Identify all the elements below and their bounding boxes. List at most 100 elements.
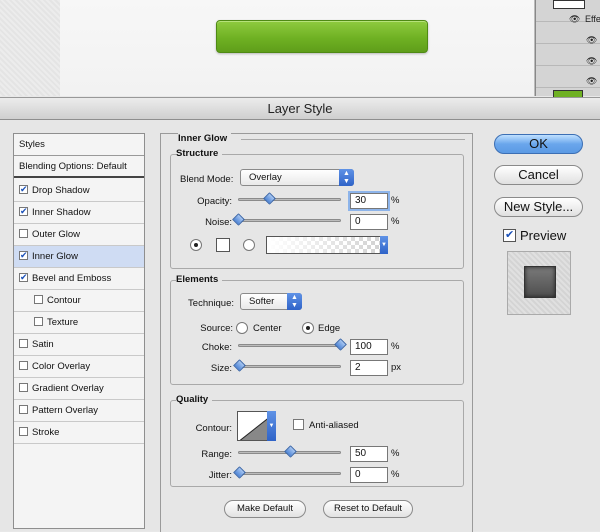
choke-slider[interactable] — [238, 344, 341, 347]
size-unit: px — [391, 362, 402, 373]
inner-glow-panel: Inner Glow Structure Blend Mode: Overlay… — [160, 133, 473, 532]
style-preview-swatch — [524, 266, 556, 298]
chevron-down-icon[interactable]: ▼ — [380, 236, 388, 254]
choke-label: Choke: — [201, 342, 232, 353]
jitter-slider[interactable] — [238, 472, 341, 475]
dialog-title: Layer Style — [0, 98, 600, 120]
eye-icon[interactable]: 👁 — [586, 76, 597, 87]
style-checkbox[interactable] — [19, 405, 28, 414]
style-item-bevel-and-emboss[interactable]: Bevel and Emboss — [14, 268, 144, 290]
style-item-inner-shadow[interactable]: Inner Shadow — [14, 202, 144, 224]
eye-icon[interactable]: 👁 — [586, 35, 597, 46]
reset-to-default-button[interactable]: Reset to Default — [323, 500, 413, 518]
noise-input[interactable]: 0 — [350, 214, 388, 230]
style-item-pattern-overlay[interactable]: Pattern Overlay — [14, 400, 144, 422]
technique-label: Technique: — [188, 298, 234, 309]
style-checkbox[interactable] — [19, 207, 28, 216]
style-item-inner-glow[interactable]: Inner Glow — [14, 246, 144, 268]
style-item-drop-shadow[interactable]: Drop Shadow — [14, 180, 144, 202]
style-item-contour[interactable]: Contour — [14, 290, 144, 312]
chevron-updown-icon: ▲ ▼ — [287, 293, 302, 310]
preview-checkbox[interactable] — [503, 228, 516, 242]
style-item-texture[interactable]: Texture — [14, 312, 144, 334]
style-checkbox[interactable] — [19, 361, 28, 370]
style-checkbox[interactable] — [19, 185, 28, 194]
contour-label: Contour: — [195, 423, 232, 434]
preview-label: Preview — [520, 228, 567, 243]
eye-icon[interactable]: 👁 — [569, 14, 580, 25]
style-checkbox[interactable] — [34, 317, 43, 326]
source-label: Source: — [200, 323, 233, 334]
style-checkbox[interactable] — [34, 295, 43, 304]
layer-effects-label: Effe — [585, 14, 600, 24]
style-item-color-overlay[interactable]: Color Overlay — [14, 356, 144, 378]
gradient-picker[interactable] — [266, 236, 386, 254]
style-checkbox[interactable] — [19, 427, 28, 436]
eye-icon[interactable]: 👁 — [586, 56, 597, 67]
style-item-label: Color Overlay — [32, 361, 91, 372]
style-item-label: Bevel and Emboss — [32, 273, 112, 284]
layer-thumbnail — [553, 0, 585, 9]
noise-label: Noise: — [205, 217, 232, 228]
choke-unit: % — [391, 341, 400, 352]
source-edge-radio[interactable] — [302, 322, 314, 334]
size-input[interactable]: 2 — [350, 360, 388, 376]
new-style-button[interactable]: New Style... — [494, 197, 583, 217]
layer-style-dialog: Layer Style Styles Blending Options: Def… — [0, 97, 600, 532]
style-preview — [507, 251, 571, 315]
style-item-label: Pattern Overlay — [32, 405, 98, 416]
blend-mode-value: Overlay — [249, 172, 282, 183]
glow-color-swatch[interactable] — [216, 238, 230, 252]
chevron-down-icon[interactable]: ▼ — [267, 411, 276, 441]
style-checkbox[interactable] — [19, 251, 28, 260]
jitter-unit: % — [391, 469, 400, 480]
blend-mode-select[interactable]: Overlay ▲ ▼ — [240, 169, 354, 186]
technique-select[interactable]: Softer ▲ ▼ — [240, 293, 302, 310]
style-checkbox[interactable] — [19, 229, 28, 238]
styles-header[interactable]: Styles — [14, 134, 144, 156]
style-checkbox[interactable] — [19, 383, 28, 392]
cancel-button[interactable]: Cancel — [494, 165, 583, 185]
range-unit: % — [391, 448, 400, 459]
size-label: Size: — [210, 363, 232, 374]
blend-mode-label: Blend Mode: — [180, 174, 234, 185]
style-item-gradient-overlay[interactable]: Gradient Overlay — [14, 378, 144, 400]
source-center-radio[interactable] — [236, 322, 248, 334]
elements-title: Elements — [176, 274, 223, 285]
make-default-button[interactable]: Make Default — [224, 500, 306, 518]
style-item-label: Stroke — [32, 427, 60, 438]
noise-unit: % — [391, 216, 400, 227]
color-radio[interactable] — [190, 239, 202, 251]
noise-slider[interactable] — [238, 219, 341, 222]
opacity-slider[interactable] — [238, 198, 341, 201]
structure-title: Structure — [176, 148, 223, 159]
opacity-input[interactable]: 30 — [350, 193, 388, 209]
opacity-unit: % — [391, 195, 400, 206]
anti-aliased-label: Anti-aliased — [309, 420, 359, 431]
style-item-stroke[interactable]: Stroke — [14, 422, 144, 444]
jitter-input[interactable]: 0 — [350, 467, 388, 483]
range-label: Range: — [201, 449, 232, 460]
styles-list: Styles Blending Options: Default Drop Sh… — [13, 133, 145, 529]
style-item-label: Inner Glow — [32, 251, 78, 262]
ok-button[interactable]: OK — [494, 134, 583, 154]
jitter-label: Jitter: — [208, 470, 232, 481]
blending-options[interactable]: Blending Options: Default — [14, 156, 144, 178]
size-slider[interactable] — [238, 365, 341, 368]
style-item-label: Inner Shadow — [32, 207, 91, 218]
style-item-outer-glow[interactable]: Outer Glow — [14, 224, 144, 246]
technique-value: Softer — [249, 296, 275, 307]
style-item-satin[interactable]: Satin — [14, 334, 144, 356]
chevron-updown-icon: ▲ ▼ — [339, 169, 354, 186]
anti-aliased-checkbox[interactable] — [293, 419, 304, 430]
inner-glow-title: Inner Glow — [178, 133, 232, 144]
style-checkbox[interactable] — [19, 339, 28, 348]
choke-input[interactable]: 100 — [350, 339, 388, 355]
style-checkbox[interactable] — [19, 273, 28, 282]
range-input[interactable]: 50 — [350, 446, 388, 462]
canvas-texture — [0, 0, 60, 96]
style-item-label: Drop Shadow — [32, 185, 90, 196]
green-web-button-graphic — [216, 20, 428, 53]
source-center-label: Center — [253, 323, 282, 334]
gradient-radio[interactable] — [243, 239, 255, 251]
